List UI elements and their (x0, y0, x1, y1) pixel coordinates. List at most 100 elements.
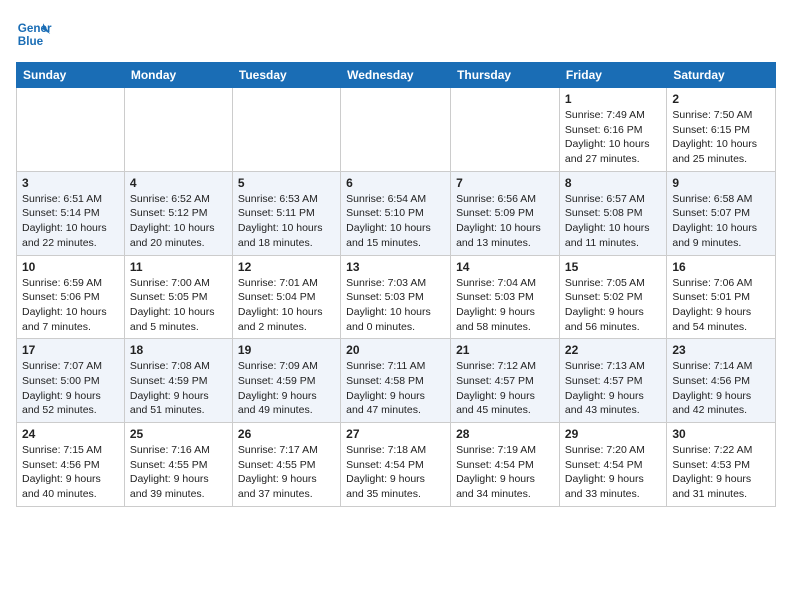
calendar-header-cell: Sunday (17, 63, 125, 88)
cell-line: Daylight: 9 hours (346, 390, 425, 402)
cell-content: Sunrise: 7:04 AMSunset: 5:03 PMDaylight:… (456, 276, 554, 335)
cell-content: Sunrise: 6:59 AMSunset: 5:06 PMDaylight:… (22, 276, 119, 335)
cell-line: Daylight: 10 hours (130, 306, 215, 318)
cell-line: Daylight: 10 hours (565, 138, 650, 150)
cell-line: Sunrise: 6:51 AM (22, 193, 102, 205)
cell-content: Sunrise: 7:20 AMSunset: 4:54 PMDaylight:… (565, 443, 661, 502)
svg-text:Blue: Blue (18, 35, 44, 48)
cell-line: Sunrise: 6:54 AM (346, 193, 426, 205)
day-number: 13 (346, 260, 445, 274)
cell-line: Daylight: 10 hours (672, 138, 757, 150)
cell-line: Sunset: 5:08 PM (565, 207, 643, 219)
cell-line: Sunrise: 7:01 AM (238, 277, 318, 289)
calendar-week-row: 17 Sunrise: 7:07 AMSunset: 5:00 PMDayligh… (17, 339, 776, 423)
day-number: 10 (22, 260, 119, 274)
cell-line: Sunrise: 7:07 AM (22, 360, 102, 372)
cell-content: Sunrise: 7:11 AMSunset: 4:58 PMDaylight:… (346, 359, 445, 418)
day-number: 9 (672, 176, 770, 190)
calendar-cell: 29Sunrise: 7:20 AMSunset: 4:54 PMDayligh… (559, 423, 666, 507)
cell-line: and 51 minutes. (130, 404, 205, 416)
cell-line: Sunset: 5:12 PM (130, 207, 208, 219)
day-number: 18 (130, 343, 227, 357)
svg-text:General: General (18, 22, 52, 35)
day-number: 20 (346, 343, 445, 357)
day-number: 2 (672, 92, 770, 106)
calendar-cell (17, 88, 125, 172)
calendar-cell: 19Sunrise: 7:09 AMSunset: 4:59 PMDayligh… (232, 339, 340, 423)
cell-line: Daylight: 9 hours (346, 473, 425, 485)
cell-line: Sunset: 5:03 PM (346, 291, 424, 303)
cell-line: and 20 minutes. (130, 237, 205, 249)
calendar-header-cell: Monday (124, 63, 232, 88)
day-number: 24 (22, 427, 119, 441)
cell-content: Sunrise: 6:57 AMSunset: 5:08 PMDaylight:… (565, 192, 661, 251)
cell-line: Sunrise: 7:13 AM (565, 360, 645, 372)
cell-content: Sunrise: 7:00 AMSunset: 5:05 PMDaylight:… (130, 276, 227, 335)
cell-line: Sunset: 5:14 PM (22, 207, 100, 219)
day-number: 11 (130, 260, 227, 274)
calendar-cell (451, 88, 560, 172)
calendar-cell: 23Sunrise: 7:14 AMSunset: 4:56 PMDayligh… (667, 339, 776, 423)
cell-line: and 2 minutes. (238, 321, 307, 333)
calendar-cell: 9Sunrise: 6:58 AMSunset: 5:07 PMDaylight… (667, 171, 776, 255)
calendar-cell: 6Sunrise: 6:54 AMSunset: 5:10 PMDaylight… (341, 171, 451, 255)
cell-line: Daylight: 9 hours (22, 473, 101, 485)
cell-line: Daylight: 9 hours (565, 306, 644, 318)
day-number: 7 (456, 176, 554, 190)
cell-line: Daylight: 9 hours (565, 390, 644, 402)
cell-line: and 5 minutes. (130, 321, 199, 333)
cell-line: Daylight: 10 hours (346, 222, 431, 234)
cell-line: Daylight: 9 hours (456, 306, 535, 318)
cell-line: and 40 minutes. (22, 488, 97, 500)
calendar-cell: 22 Sunrise: 7:13 AMSunset: 4:57 PMDayligh… (559, 339, 666, 423)
logo-icon: General Blue (16, 16, 52, 52)
day-number: 4 (130, 176, 227, 190)
cell-line: Sunrise: 7:19 AM (456, 444, 536, 456)
cell-line: Sunrise: 7:18 AM (346, 444, 426, 456)
logo: General Blue (16, 16, 52, 52)
calendar-cell: 20 Sunrise: 7:11 AMSunset: 4:58 PMDayligh… (341, 339, 451, 423)
day-number: 17 (22, 343, 119, 357)
cell-line: and 11 minutes. (565, 237, 639, 249)
day-number: 22 (565, 343, 661, 357)
cell-line: Sunset: 4:59 PM (130, 375, 208, 387)
cell-content: Sunrise: 7:05 AMSunset: 5:02 PMDaylight:… (565, 276, 661, 335)
cell-line: Daylight: 9 hours (672, 306, 751, 318)
cell-line: Sunset: 4:56 PM (672, 375, 750, 387)
cell-content: Sunrise: 7:50 AMSunset: 6:15 PMDaylight:… (672, 108, 770, 167)
calendar-header-cell: Friday (559, 63, 666, 88)
cell-content: Sunrise: 7:07 AMSunset: 5:00 PMDaylight:… (22, 359, 119, 418)
calendar-cell: 1Sunrise: 7:49 AMSunset: 6:16 PMDaylight… (559, 88, 666, 172)
calendar-cell: 27Sunrise: 7:18 AMSunset: 4:54 PMDayligh… (341, 423, 451, 507)
day-number: 15 (565, 260, 661, 274)
cell-line: and 33 minutes. (565, 488, 640, 500)
cell-line: Sunrise: 7:15 AM (22, 444, 102, 456)
cell-content: Sunrise: 7:13 AMSunset: 4:57 PMDaylight:… (565, 359, 661, 418)
calendar-week-row: 10 Sunrise: 6:59 AMSunset: 5:06 PMDayligh… (17, 255, 776, 339)
cell-line: and 45 minutes. (456, 404, 531, 416)
calendar-cell: 14 Sunrise: 7:04 AMSunset: 5:03 PMDayligh… (451, 255, 560, 339)
calendar-cell: 15 Sunrise: 7:05 AMSunset: 5:02 PMDayligh… (559, 255, 666, 339)
cell-content: Sunrise: 7:49 AMSunset: 6:16 PMDaylight:… (565, 108, 661, 167)
cell-line: Sunrise: 7:49 AM (565, 109, 645, 121)
cell-line: Daylight: 9 hours (672, 390, 751, 402)
calendar-cell: 25Sunrise: 7:16 AMSunset: 4:55 PMDayligh… (124, 423, 232, 507)
cell-line: Sunrise: 7:06 AM (672, 277, 752, 289)
cell-line: Sunrise: 7:12 AM (456, 360, 536, 372)
calendar-week-row: 1Sunrise: 7:49 AMSunset: 6:16 PMDaylight… (17, 88, 776, 172)
cell-line: and 37 minutes. (238, 488, 313, 500)
day-number: 5 (238, 176, 335, 190)
calendar-cell: 5Sunrise: 6:53 AMSunset: 5:11 PMDaylight… (232, 171, 340, 255)
cell-content: Sunrise: 6:51 AMSunset: 5:14 PMDaylight:… (22, 192, 119, 251)
cell-line: and 52 minutes. (22, 404, 97, 416)
cell-line: and 56 minutes. (565, 321, 640, 333)
calendar-cell: 18Sunrise: 7:08 AMSunset: 4:59 PMDayligh… (124, 339, 232, 423)
cell-line: Daylight: 10 hours (346, 306, 431, 318)
cell-line: Daylight: 10 hours (238, 306, 323, 318)
day-number: 14 (456, 260, 554, 274)
cell-line: Sunrise: 7:16 AM (130, 444, 210, 456)
cell-line: Sunset: 5:09 PM (456, 207, 534, 219)
cell-line: and 49 minutes. (238, 404, 313, 416)
cell-line: Sunset: 4:53 PM (672, 459, 750, 471)
calendar-header-cell: Saturday (667, 63, 776, 88)
